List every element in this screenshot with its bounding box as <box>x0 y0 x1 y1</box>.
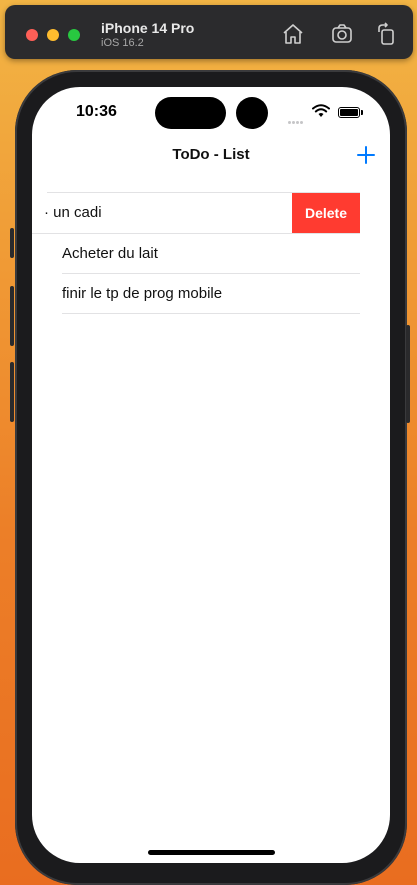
volume-up-button[interactable] <box>10 286 14 346</box>
row-separator <box>62 313 360 314</box>
signal-icon <box>288 111 304 129</box>
home-icon[interactable] <box>281 22 305 46</box>
device-os-version: iOS 16.2 <box>101 37 144 49</box>
delete-button[interactable]: Delete <box>292 193 360 233</box>
rotate-icon[interactable] <box>375 22 399 46</box>
plus-icon <box>357 146 375 164</box>
home-indicator[interactable] <box>148 850 275 855</box>
zoom-window-button[interactable] <box>68 29 80 41</box>
simulator-titlebar: iPhone 14 Pro iOS 16.2 <box>5 5 413 59</box>
wifi-icon <box>312 104 330 123</box>
phone-screen: 10:36 ToDo - List · un cadi Delete Achet… <box>32 87 390 863</box>
battery-cap <box>361 110 363 115</box>
todo-label: · un cadi <box>44 204 102 221</box>
minimize-window-button[interactable] <box>47 29 59 41</box>
todo-label: Acheter du lait <box>62 245 158 262</box>
todo-row[interactable]: finir le tp de prog mobile <box>32 274 390 314</box>
device-name: iPhone 14 Pro <box>101 20 195 36</box>
todo-row[interactable]: Acheter du lait <box>32 234 390 274</box>
battery-icon <box>338 107 360 118</box>
status-time: 10:36 <box>76 103 117 120</box>
action-button[interactable] <box>10 228 14 258</box>
dynamic-island <box>155 97 226 129</box>
nav-title: ToDo - List <box>172 146 250 163</box>
todo-label: finir le tp de prog mobile <box>62 285 223 302</box>
screenshot-icon[interactable] <box>330 22 354 46</box>
front-camera <box>236 97 268 129</box>
volume-down-button[interactable] <box>10 362 14 422</box>
add-todo-button[interactable] <box>354 143 378 167</box>
power-button[interactable] <box>406 325 410 423</box>
close-window-button[interactable] <box>26 29 38 41</box>
